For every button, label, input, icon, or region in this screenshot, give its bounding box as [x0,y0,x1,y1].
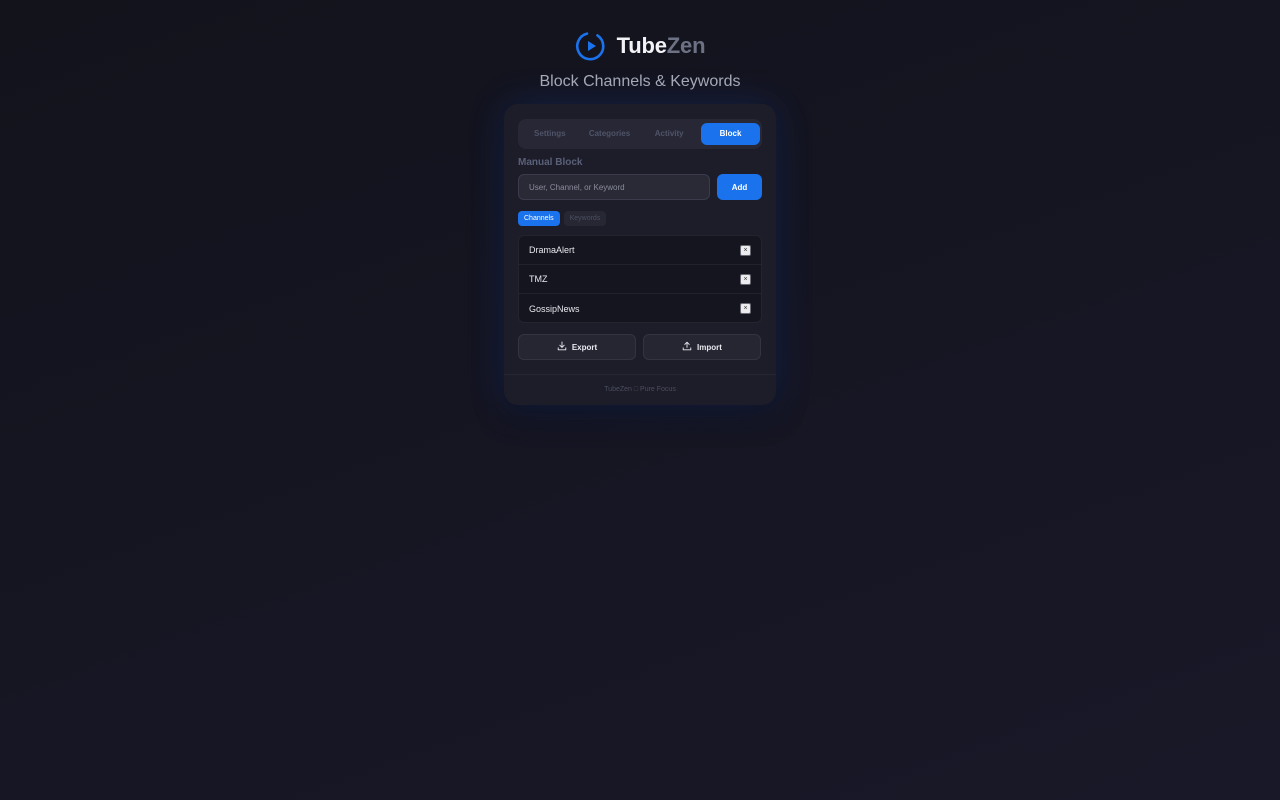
export-label: Export [571,342,598,352]
block-input[interactable] [518,174,710,200]
tab-settings[interactable]: Settings [520,123,580,145]
tab-block[interactable]: Block [701,123,761,145]
list-item: DramaAlert × [519,236,761,265]
brand: TubeZen [575,30,706,62]
remove-button[interactable]: × [740,303,751,314]
add-button[interactable]: Add [717,174,762,200]
subtab-channels[interactable]: Channels [518,211,560,226]
divider [504,374,776,375]
list-item-label: TMZ [529,274,548,284]
footer-text: TubeZen □ Pure Focus [604,386,676,393]
import-label: Import [697,342,722,352]
header: TubeZen Block Channels & Keywords [0,30,1280,91]
tab-bar: Settings Categories Activity Block [518,119,762,149]
subtab-keywords[interactable]: Keywords [563,211,607,226]
import-button[interactable]: Import [643,334,761,360]
page-subtitle: Block Channels & Keywords [539,73,741,90]
play-circle-icon [575,30,607,62]
blocked-list: DramaAlert × TMZ × GossipNews × [518,235,762,323]
list-item: TMZ × [519,265,761,294]
remove-button[interactable]: × [740,244,751,256]
list-item-label: DramaAlert [529,245,575,255]
remove-button[interactable]: × [740,273,751,285]
action-row: Export Import [518,334,761,360]
tab-categories[interactable]: Categories [580,123,640,145]
popup-panel: Settings Categories Activity Block Manua… [504,104,776,405]
upload-icon [682,341,692,353]
download-icon [557,341,567,353]
brand-name: TubeZen [616,33,706,58]
tab-activity[interactable]: Activity [639,123,699,145]
list-type-toggle: Channels Keywords [518,211,607,226]
list-item: GossipNews × [519,294,761,323]
export-button[interactable]: Export [518,334,636,360]
manual-block-title: Manual Block [518,157,583,168]
list-item-label: GossipNews [529,303,580,314]
